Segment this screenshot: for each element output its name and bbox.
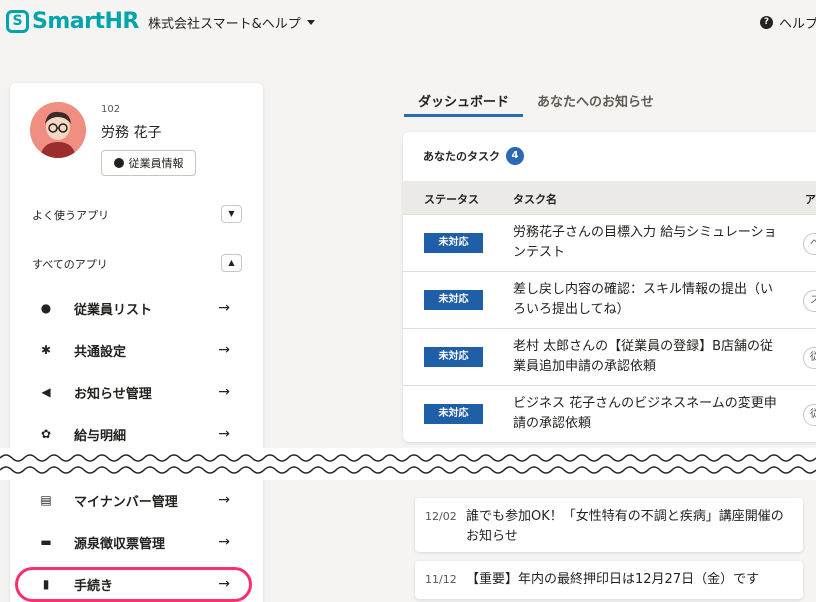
arrow-right-icon: →	[218, 342, 230, 358]
action-button[interactable]: 従	[803, 347, 816, 369]
tasks-table-header: ステータス タスク名 ア	[403, 181, 816, 214]
arrow-right-icon: →	[218, 534, 230, 550]
chevron-down-icon: ▼	[228, 209, 235, 218]
employee-info-button[interactable]: 従業員情報	[101, 150, 196, 176]
sidebar-item-label: 従業員リスト	[74, 302, 153, 318]
column-action: ア	[805, 193, 816, 206]
sidebar-item-notice-management[interactable]: ◀ お知らせ管理 →	[30, 377, 250, 407]
company-switcher[interactable]: 株式会社スマート&ヘルプ	[148, 13, 315, 32]
arrow-right-icon: →	[218, 384, 230, 400]
news-title[interactable]: 【重要】年内の最終押印日は12月27日（金）です	[466, 570, 796, 590]
help-link[interactable]: ? ヘルプ	[760, 13, 816, 32]
avatar-illustration-icon	[30, 102, 86, 158]
sidebar-item-label: マイナンバー管理	[74, 494, 178, 510]
favorite-apps-toggle[interactable]: ▼	[221, 205, 242, 223]
arrow-right-icon: →	[218, 492, 230, 508]
help-label: ヘルプ	[779, 17, 816, 32]
task-name[interactable]: 老村 太郎さんの【従業員の登録】B店舗の従業員追加申請の承認依頼	[513, 337, 778, 377]
sidebar-item-payslip[interactable]: ✿ 給与明細 →	[30, 419, 250, 449]
sidebar-item-label: 共通設定	[74, 344, 127, 360]
news-date: 11/12	[425, 573, 457, 586]
employee-info-label: 従業員情報	[128, 157, 184, 170]
sidebar-item-my-number[interactable]: ▤ マイナンバー管理 →	[30, 485, 250, 515]
table-row[interactable]: 未対応 老村 太郎さんの【従業員の登録】B店舗の従業員追加申請の承認依頼 従	[403, 328, 816, 385]
column-status: ステータス	[424, 193, 479, 206]
logo-text: SmartHR	[32, 9, 139, 34]
smarthr-logo[interactable]: S SmartHR	[6, 9, 139, 34]
main-tabs: ダッシュボード あなたへのお知らせ	[404, 85, 668, 117]
person-circle-icon	[113, 158, 124, 168]
megaphone-icon: ◀	[41, 385, 51, 399]
task-name[interactable]: 差し戻し内容の確認：スキル情報の提出（いろいろ提出してね）	[513, 280, 778, 320]
id-card-icon: ▤	[40, 493, 52, 507]
app-header: S SmartHR 株式会社スマート&ヘルプ ? ヘルプ	[0, 0, 816, 46]
arrow-right-icon: →	[218, 426, 230, 442]
sidebar-item-employee-list[interactable]: ● 従業員リスト →	[30, 293, 250, 323]
task-name[interactable]: ビジネス 花子さんのビジネスネームの変更申請の承認依頼	[513, 394, 778, 434]
sidebar-item-label: お知らせ管理	[74, 386, 152, 402]
wallet-icon: ▬	[40, 535, 52, 549]
avatar	[30, 102, 86, 158]
question-icon: ?	[760, 16, 773, 29]
tab-notifications[interactable]: あなたへのお知らせ	[523, 85, 668, 117]
task-name[interactable]: 労務花子さんの目標入力 給与シミュレーションテスト	[513, 223, 778, 263]
chevron-up-icon: ▲	[228, 258, 235, 267]
employee-number: 102	[101, 104, 121, 115]
sidebar-item-label: 源泉徴収票管理	[74, 536, 166, 552]
action-button[interactable]: 従	[803, 404, 816, 426]
procedures-highlight	[15, 567, 252, 602]
person-icon: ●	[40, 301, 52, 315]
wavy-separator	[0, 448, 816, 480]
favorite-apps-label: よく使うアプリ	[32, 209, 109, 222]
table-row[interactable]: 未対応 差し戻し内容の確認：スキル情報の提出（いろいろ提出してね） ス	[403, 271, 816, 328]
action-button[interactable]: ペ	[803, 233, 816, 255]
action-button[interactable]: ス	[803, 290, 816, 312]
news-item[interactable]: 11/12 【重要】年内の最終押印日は12月27日（金）です	[415, 561, 803, 599]
status-badge: 未対応	[424, 290, 483, 310]
status-badge: 未対応	[424, 233, 483, 253]
sidebar-item-label: 給与明細	[74, 428, 127, 444]
company-name: 株式会社スマート&ヘルプ	[148, 17, 301, 32]
logo-mark-icon: S	[6, 10, 29, 33]
sidebar-item-common-settings[interactable]: ✱ 共通設定 →	[30, 335, 250, 365]
status-badge: 未対応	[424, 347, 483, 367]
news-item[interactable]: 12/02 誰でも参加OK！「女性特有の不調と疾病」講座開催のお知らせ	[415, 498, 803, 552]
status-badge: 未対応	[424, 404, 483, 424]
table-row[interactable]: 未対応 労務花子さんの目標入力 給与シミュレーションテスト ペ	[403, 214, 816, 271]
wave-line-icon	[0, 454, 816, 474]
payslip-icon: ✿	[40, 427, 52, 441]
news-title[interactable]: 誰でも参加OK！「女性特有の不調と疾病」講座開催のお知らせ	[466, 507, 796, 547]
caret-down-icon	[306, 20, 315, 25]
arrow-right-icon: →	[218, 300, 230, 316]
news-date: 12/02	[425, 510, 457, 523]
employee-name: 労務 花子	[101, 125, 162, 141]
tab-dashboard[interactable]: ダッシュボード	[404, 85, 524, 117]
sidebar-item-withholding[interactable]: ▬ 源泉徴収票管理 →	[30, 527, 250, 557]
tasks-count-badge: 4	[506, 147, 524, 165]
gear-icon: ✱	[40, 343, 52, 357]
all-apps-label: すべてのアプリ	[32, 258, 108, 271]
all-apps-toggle[interactable]: ▲	[221, 254, 242, 272]
column-task-name: タスク名	[513, 193, 557, 206]
tasks-title: あなたのタスク 4	[423, 147, 524, 165]
table-row[interactable]: 未対応 ビジネス 花子さんのビジネスネームの変更申請の承認依頼 従	[403, 385, 816, 442]
tasks-title-label: あなたのタスク	[423, 150, 500, 163]
